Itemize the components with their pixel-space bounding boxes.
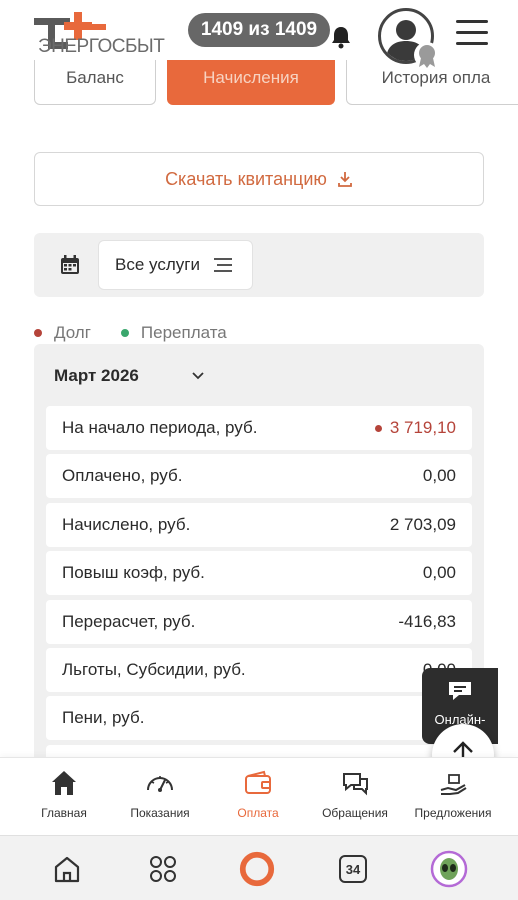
row-label: Повыш коэф, руб. <box>62 563 205 583</box>
alice-ring-icon <box>239 851 275 887</box>
table-row: Льготы, Субсидии, руб. 0,00 <box>46 647 472 692</box>
row-value: 0,00 <box>422 466 456 486</box>
apps-grid-icon <box>150 856 176 882</box>
debt-dot-icon <box>374 424 382 432</box>
download-receipt-label: Скачать квитанцию <box>165 168 327 189</box>
table-row: Пени, руб. <box>46 696 472 741</box>
filter-panel: Все услуги <box>34 233 484 297</box>
legend: Долг Переплата <box>34 322 257 344</box>
legend-debt-label: Долг <box>54 323 91 342</box>
bottom-navigation: Главная Показания Оплата Обращения Предл… <box>0 757 518 835</box>
row-value: 3 719,10 <box>374 418 456 438</box>
legend-overpay: Переплата <box>120 323 227 343</box>
tab-payment-history[interactable]: История опла <box>346 60 518 105</box>
alien-avatar-icon <box>430 850 468 888</box>
wallet-icon <box>245 770 271 794</box>
hand-gift-icon <box>440 774 467 795</box>
tab-balance[interactable]: Баланс <box>34 60 156 105</box>
nav-payment[interactable]: Оплата <box>208 768 308 820</box>
table-row: На начало периода, руб. 3 719,10 <box>46 406 472 450</box>
period-selector[interactable]: Март 2026 <box>54 366 205 386</box>
row-value: -416,83 <box>398 611 456 631</box>
table-row: Перерасчет, руб. -416,83 <box>46 599 472 644</box>
system-bar: 34 <box>0 835 518 900</box>
system-tabs-button[interactable]: 34 <box>334 850 372 888</box>
system-home-button[interactable] <box>48 850 86 888</box>
alice-assistant-button[interactable] <box>238 850 276 888</box>
period-title: Март 2026 <box>54 366 139 385</box>
period-card: Март 2026 На начало периода, руб. 3 719,… <box>34 344 484 764</box>
row-label: Перерасчет, руб. <box>62 611 196 631</box>
row-value: 0,00 <box>422 563 456 583</box>
nav-readings[interactable]: Показания <box>110 768 210 820</box>
chevron-down-icon <box>192 372 204 380</box>
logo-text: ЭНЕРГОСБЫТ <box>38 36 165 57</box>
charges-table: На начало периода, руб. 3 719,10 Оплачен… <box>46 406 472 764</box>
nav-offers[interactable]: Предложения <box>403 768 503 820</box>
tabs-bar: Баланс Начисления История опла <box>0 60 518 106</box>
row-label: Оплачено, руб. <box>62 466 183 486</box>
download-icon <box>338 172 352 187</box>
overpay-dot-icon <box>120 329 129 337</box>
row-label: Льготы, Субсидии, руб. <box>62 659 246 679</box>
row-label: Начислено, руб. <box>62 514 191 534</box>
row-value: 2 703,09 <box>389 514 456 534</box>
calendar-icon[interactable] <box>60 255 80 275</box>
row-label: На начало периода, руб. <box>62 418 258 437</box>
debt-dot-icon <box>34 329 42 337</box>
services-filter-label: Все услуги <box>115 255 200 274</box>
table-row: Оплачено, руб. 0,00 <box>46 454 472 499</box>
nav-requests-label: Обращения <box>322 806 388 820</box>
legend-debt: Долг <box>34 323 91 343</box>
row-label: Пени, руб. <box>62 708 145 728</box>
nav-offers-label: Предложения <box>414 806 492 820</box>
tab-charges[interactable]: Начисления <box>167 60 335 105</box>
chat-bubble-icon <box>449 682 471 700</box>
nav-requests[interactable]: Обращения <box>305 768 405 820</box>
nav-payment-label: Оплата <box>237 806 279 820</box>
home-icon <box>52 771 76 795</box>
tabs-count: 34 <box>339 855 367 883</box>
hamburger-menu-icon[interactable] <box>456 20 488 46</box>
chat-bubbles-icon <box>343 773 368 796</box>
nav-home-label: Главная <box>41 806 87 820</box>
table-row: Начислено, руб. 2 703,09 <box>46 502 472 547</box>
system-apps-button[interactable] <box>144 850 182 888</box>
row-value-text: 3 719,10 <box>389 418 456 437</box>
nav-home[interactable]: Главная <box>14 768 114 820</box>
legend-overpay-label: Переплата <box>140 323 227 342</box>
services-filter-select[interactable]: Все услуги <box>98 240 253 290</box>
nav-readings-label: Показания <box>130 806 190 820</box>
gauge-icon <box>147 776 173 792</box>
counter-badge: 1409 из 1409 <box>188 13 330 47</box>
house-outline-icon <box>54 856 80 883</box>
table-row: Повыш коэф, руб. 0,00 <box>46 551 472 596</box>
bell-icon[interactable] <box>330 25 352 49</box>
download-receipt-button[interactable]: Скачать квитанцию <box>34 152 484 206</box>
filter-lines-icon <box>213 258 232 272</box>
profile-button[interactable] <box>430 850 468 888</box>
